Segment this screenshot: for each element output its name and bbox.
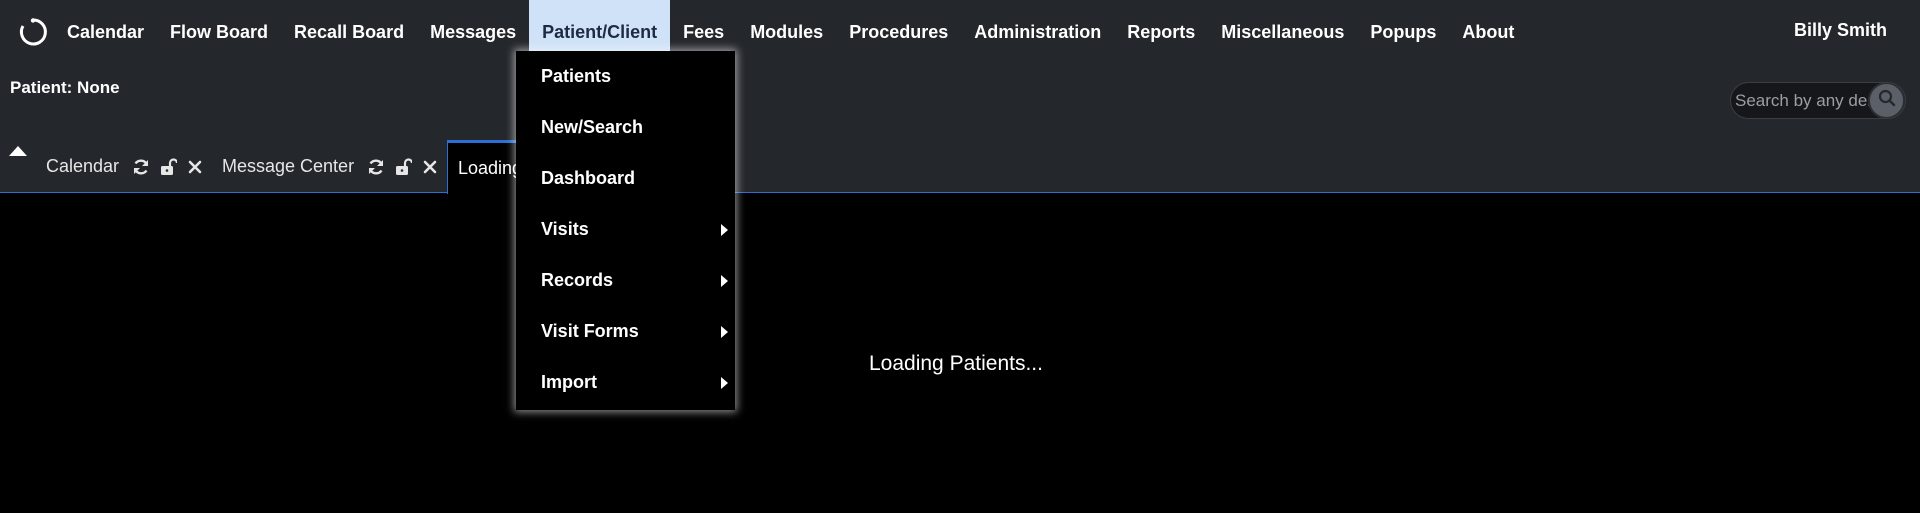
tab-calendar[interactable]: Calendar [46,140,206,193]
menu-about[interactable]: About [1449,0,1527,64]
loading-message: Loading Patients... [869,352,1043,375]
unlock-icon[interactable] [157,156,179,178]
tab-loading[interactable]: Loading... [447,140,521,194]
menu-popups[interactable]: Popups [1357,0,1449,64]
collapse-caret-up-icon[interactable] [9,146,27,156]
menu-messages[interactable]: Messages [417,0,529,64]
dropdown-item-label: Visit Forms [541,321,639,341]
close-icon[interactable] [419,156,441,178]
dropdown-item-label: New/Search [541,117,644,137]
menu-miscellaneous[interactable]: Miscellaneous [1208,0,1357,64]
close-icon[interactable] [184,156,206,178]
menu-procedures[interactable]: Procedures [836,0,961,64]
search-icon [1878,89,1896,112]
dropdown-item-label: Visits [541,219,589,239]
caret-right-icon [721,325,728,338]
main-menu: Calendar Flow Board Recall Board Message… [55,0,1527,64]
dropdown-item-dashboard[interactable]: Dashboard [516,153,735,204]
main-navbar: Calendar Flow Board Recall Board Message… [0,0,1920,64]
dropdown-item-visit-forms[interactable]: Visit Forms [516,306,735,357]
dropdown-item-label: Records [541,270,614,290]
search-input[interactable] [1735,83,1875,118]
caret-right-icon [721,223,728,236]
tab-title: Loading... [458,158,521,178]
dropdown-item-visits[interactable]: Visits [516,204,735,255]
dropdown-item-label: Import [541,372,597,392]
menu-flow-board[interactable]: Flow Board [157,0,281,64]
dropdown-item-label: Patients [541,66,612,86]
menu-recall-board[interactable]: Recall Board [281,0,417,64]
menu-reports[interactable]: Reports [1114,0,1208,64]
openemr-logo-icon[interactable] [18,17,48,47]
refresh-icon[interactable] [130,156,152,178]
dropdown-item-records[interactable]: Records [516,255,735,306]
dropdown-item-label: Dashboard [541,168,636,188]
caret-right-icon [721,274,728,287]
tab-title: Message Center [222,156,355,176]
patient-search [1730,82,1906,119]
refresh-icon[interactable] [365,156,387,178]
menu-calendar[interactable]: Calendar [55,0,157,64]
dropdown-item-import[interactable]: Import [516,357,735,408]
patient-client-dropdown: Patients New/Search Dashboard Visits Rec… [516,51,735,410]
menu-administration[interactable]: Administration [961,0,1114,64]
tab-message-center[interactable]: Message Center [222,140,441,193]
top-header: Calendar Flow Board Recall Board Message… [0,0,1920,194]
tab-title: Calendar [46,156,120,176]
search-button[interactable] [1868,83,1905,118]
caret-right-icon [721,376,728,389]
unlock-icon[interactable] [392,156,414,178]
dropdown-item-new-search[interactable]: New/Search [516,102,735,153]
menu-modules[interactable]: Modules [737,0,836,64]
user-menu[interactable]: Billy Smith [1794,20,1887,41]
dropdown-item-patients[interactable]: Patients [516,51,735,102]
patient-status: Patient: None [10,78,120,97]
